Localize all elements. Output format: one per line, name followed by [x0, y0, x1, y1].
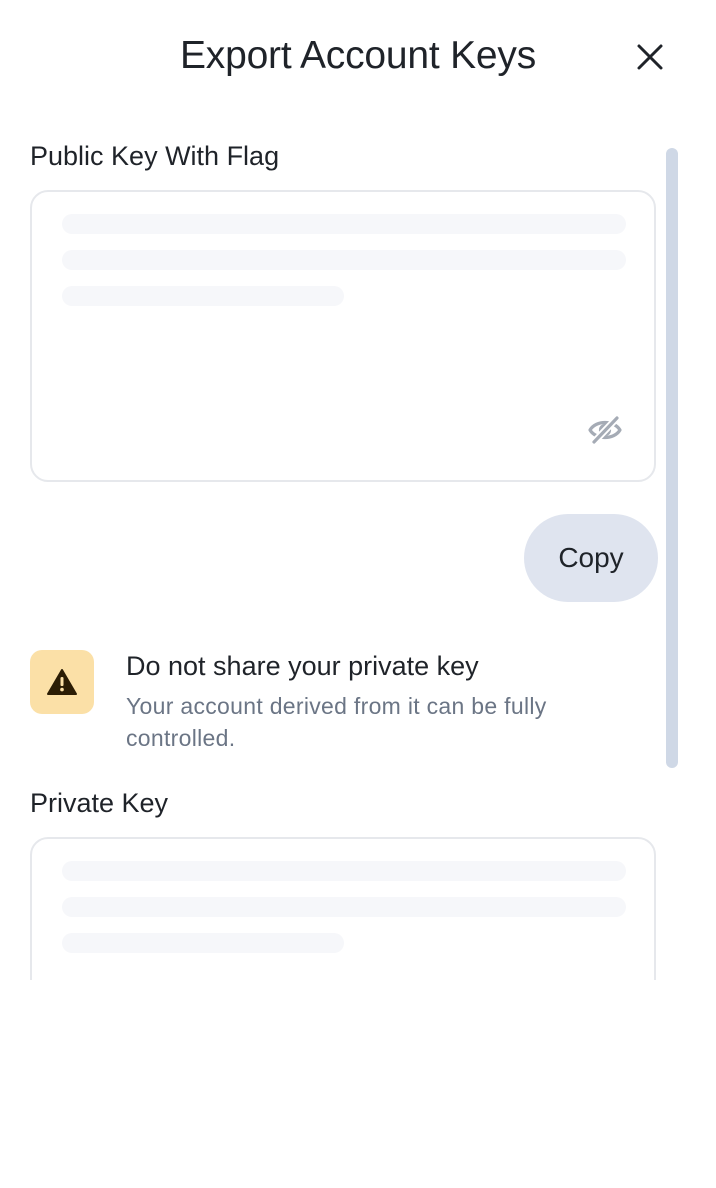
- warning-title: Do not share your private key: [126, 651, 479, 681]
- dialog-content: Public Key With Flag Copy Do not share y…: [0, 112, 716, 980]
- private-key-skeleton-line: [62, 933, 344, 953]
- public-key-box: [30, 190, 656, 482]
- private-key-label: Private Key: [30, 788, 169, 818]
- warning-badge: [30, 650, 94, 714]
- private-key-skeleton-line: [62, 897, 626, 917]
- copy-button[interactable]: Copy: [524, 514, 658, 602]
- dialog-title: Export Account Keys: [179, 34, 537, 77]
- eye-off-icon: [588, 416, 622, 444]
- public-key-skeleton-line: [62, 250, 626, 270]
- private-key-box: [30, 837, 656, 980]
- private-key-skeleton-line: [62, 861, 626, 881]
- toggle-visibility-button[interactable]: [586, 414, 624, 446]
- scrollbar[interactable]: [666, 148, 678, 768]
- dialog-header: Export Account Keys: [0, 0, 716, 112]
- public-key-skeleton-line: [62, 286, 344, 306]
- public-key-label: Public Key With Flag: [30, 141, 280, 171]
- public-key-skeleton-line: [62, 214, 626, 234]
- close-button[interactable]: [628, 35, 672, 79]
- warning-description: Your account derived from it can be full…: [126, 693, 547, 751]
- close-icon: [637, 44, 663, 70]
- warning-triangle-icon: [47, 669, 77, 695]
